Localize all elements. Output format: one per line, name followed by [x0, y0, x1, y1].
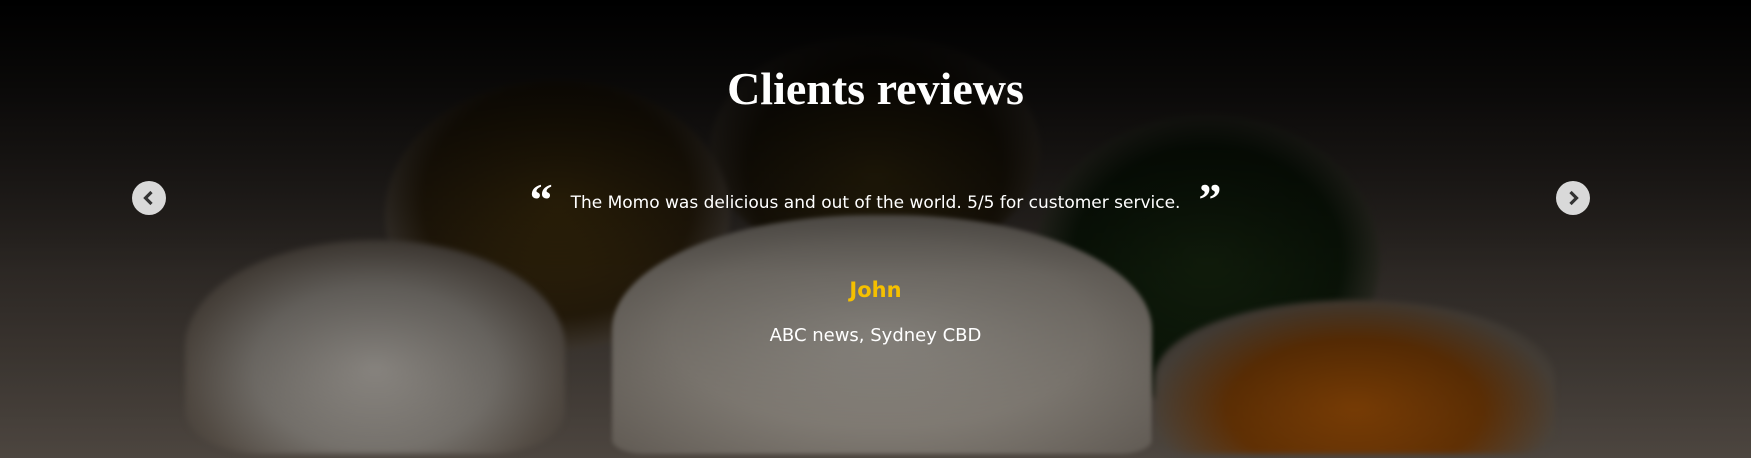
section-title: Clients reviews [727, 63, 1024, 114]
quote-right-icon: ” [1198, 174, 1222, 225]
reviews-section: Clients reviews “ The Momo was delicious… [0, 0, 1751, 458]
reviewer-name: John [849, 278, 902, 302]
quote-left-icon: “ [529, 174, 553, 225]
reviewer-affiliation: ABC news, Sydney CBD [769, 325, 982, 346]
review-text: The Momo was delicious and out of the wo… [570, 193, 1181, 213]
review-quote: “ The Momo was delicious and out of the … [0, 174, 1751, 225]
